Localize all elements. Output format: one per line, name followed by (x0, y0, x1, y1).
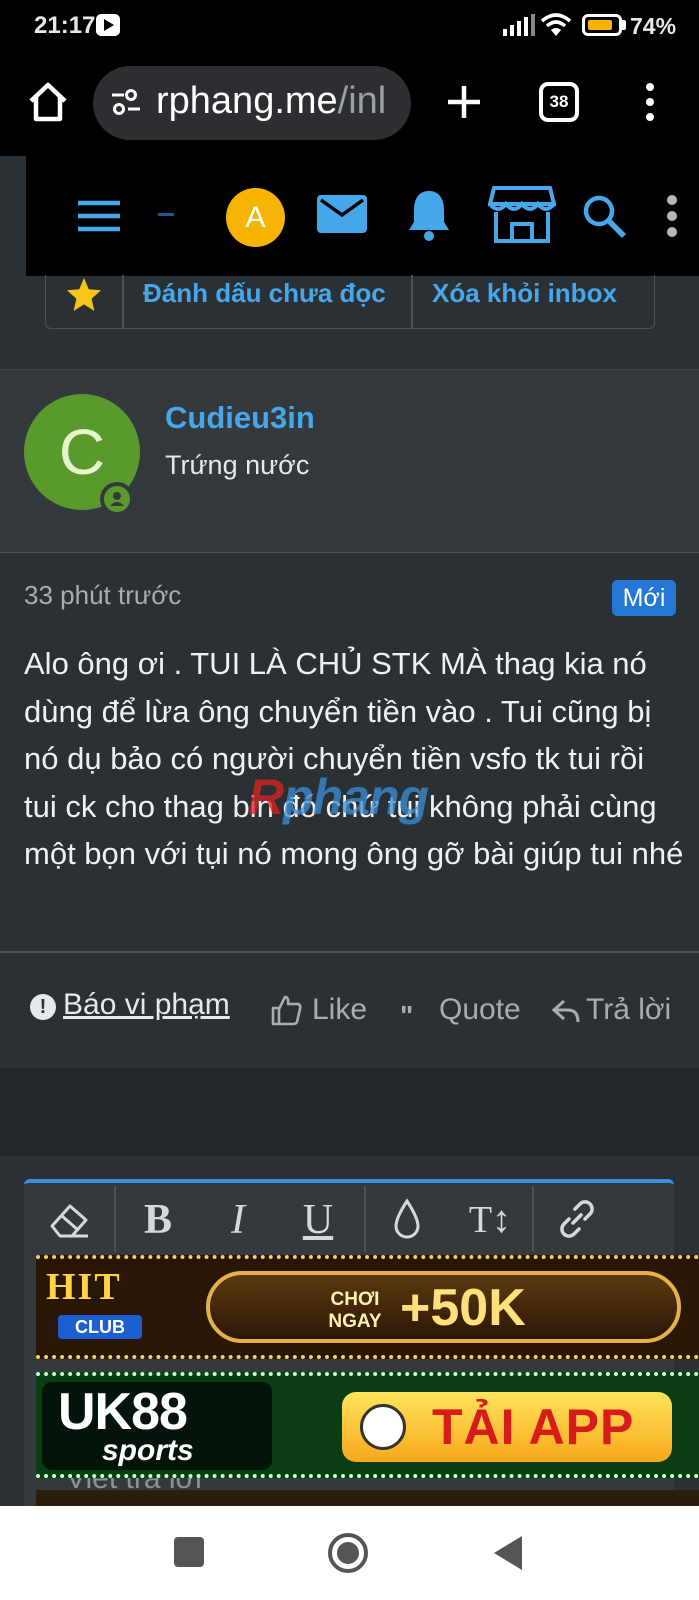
quote-icon[interactable]: " (400, 1000, 413, 1032)
section-gap (0, 1068, 699, 1156)
back-icon[interactable] (494, 1536, 522, 1570)
ad-cta-text: TẢI APP (432, 1399, 635, 1455)
italic-button[interactable]: I (214, 1196, 262, 1244)
site-settings-icon[interactable] (110, 86, 142, 118)
search-icon[interactable] (582, 194, 626, 238)
home-icon[interactable] (26, 80, 70, 124)
battery-percent: 74% (630, 13, 677, 39)
link-icon[interactable] (556, 1198, 598, 1240)
menu-icon[interactable] (640, 82, 660, 122)
battery-level (588, 20, 612, 30)
ad-logo-text: HIT (46, 1266, 122, 1308)
battery-tip (622, 20, 626, 30)
reply-button[interactable]: Trả lời (586, 993, 671, 1027)
quote-button[interactable]: Quote (439, 993, 521, 1027)
ad-banner-uk88[interactable]: UK88 sports TẢI APP (36, 1372, 699, 1478)
ad-banner-partial[interactable] (36, 1490, 699, 1506)
watermark-part2: phang (283, 769, 429, 825)
eraser-icon[interactable] (48, 1198, 92, 1240)
ad-logo-text: UK88 (58, 1383, 188, 1441)
divider (364, 1186, 366, 1252)
site-logo[interactable] (158, 213, 174, 216)
bell-icon[interactable] (406, 188, 452, 242)
signal-icon (503, 14, 535, 36)
reply-icon[interactable] (552, 998, 580, 1024)
thumbs-up-icon[interactable] (270, 994, 302, 1026)
divider (0, 951, 699, 953)
home-button-dot (337, 1542, 359, 1564)
url-text[interactable]: rphang.me/inl (156, 80, 398, 123)
watermark-part1: R (248, 769, 284, 825)
recents-button[interactable] (174, 1537, 204, 1567)
ad-logo: UK88 sports (42, 1382, 272, 1470)
url-path: /inl (337, 80, 387, 122)
user-avatar[interactable]: A (226, 188, 285, 247)
message-body: Alo ông ơi . TUI LÀ CHỦ STK MÀ thag kia … (24, 646, 684, 871)
bold-button[interactable]: B (134, 1196, 182, 1244)
new-badge: Mới (612, 580, 676, 616)
battery-icon (582, 14, 622, 36)
text-size-button[interactable]: T↕ (458, 1196, 522, 1244)
divider (532, 1186, 534, 1252)
watermark: Rphang (248, 768, 429, 826)
remove-inbox-button[interactable]: Xóa khỏi inbox (432, 278, 617, 309)
screen-recorder-icon (96, 14, 120, 36)
ad-logo-subtext: CLUB (58, 1315, 142, 1339)
ad-cta-big: +50K (400, 1279, 526, 1337)
user-online-icon (104, 486, 130, 512)
ad-logo-subtext: sports (102, 1434, 194, 1467)
divider (411, 275, 413, 329)
ad-cta-button[interactable]: TẢI APP (342, 1392, 672, 1462)
hamburger-icon[interactable] (76, 198, 122, 234)
text-color-icon[interactable] (392, 1198, 422, 1240)
ad-cta-button[interactable]: CHƠI NGAY +50K (206, 1271, 681, 1343)
tabs-icon[interactable]: 38 (539, 82, 579, 122)
message-time[interactable]: 33 phút trước (24, 580, 181, 611)
store-icon[interactable] (488, 184, 556, 244)
divider (114, 1186, 116, 1252)
mark-unread-button[interactable]: Đánh dấu chưa đọc (143, 278, 386, 309)
ad-cta-small: CHƠI NGAY (328, 1289, 382, 1332)
new-tab-icon[interactable] (446, 84, 482, 120)
warning-icon[interactable]: ! (30, 994, 56, 1020)
divider (122, 275, 124, 329)
star-icon[interactable] (64, 276, 104, 312)
underline-button[interactable]: U (294, 1196, 342, 1244)
wifi-icon (540, 13, 572, 36)
author-title: Trứng nước (165, 450, 310, 480)
like-button[interactable]: Like (312, 993, 367, 1027)
report-link[interactable]: Báo vi phạm (63, 988, 230, 1022)
author-name[interactable]: Cudieu3in (165, 400, 315, 436)
more-vertical-icon[interactable] (665, 194, 679, 238)
url-host: rphang.me (156, 80, 338, 122)
mail-icon[interactable] (316, 193, 368, 235)
clock: 21:17 (34, 12, 96, 39)
ad-banner-hitclub[interactable]: HIT CLUB CHƠI NGAY +50K (36, 1255, 699, 1359)
ball-icon (360, 1404, 406, 1450)
